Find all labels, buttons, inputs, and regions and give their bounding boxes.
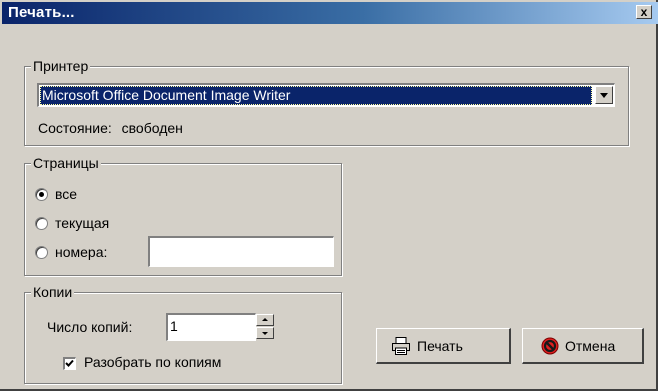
cancel-icon (541, 337, 559, 355)
dropdown-button[interactable] (595, 86, 613, 104)
pages-group: Страницы все текущая номера: (24, 155, 342, 276)
title-bar[interactable]: Печать... x (2, 2, 658, 24)
pages-group-label: Страницы (31, 155, 101, 171)
radio-current-button[interactable] (35, 217, 48, 230)
radio-current-label: текущая (55, 215, 110, 231)
window-title: Печать... (8, 4, 75, 21)
status-value: свободен (121, 120, 183, 136)
copies-count-label: Число копий: (47, 319, 133, 335)
arrow-down-icon (262, 332, 268, 335)
collate-checkbox[interactable] (63, 357, 76, 370)
radio-numbers-label: номера: (55, 244, 108, 260)
copies-group-label: Копии (31, 284, 75, 300)
cancel-button[interactable]: Отмена (522, 328, 644, 364)
collate-label: Разобрать по копиям (84, 354, 222, 370)
radio-all-button[interactable] (35, 188, 48, 201)
chevron-down-icon (600, 93, 608, 98)
spin-up-button[interactable] (256, 314, 274, 326)
printer-group-label: Принтер (31, 58, 91, 74)
close-icon: x (640, 5, 648, 19)
spin-down-button[interactable] (256, 327, 274, 339)
close-button[interactable]: x (636, 5, 652, 19)
status-label: Состояние: (38, 120, 112, 136)
cancel-button-label: Отмена (565, 338, 616, 354)
radio-numbers-button[interactable] (35, 246, 48, 259)
printer-icon (392, 337, 410, 355)
printer-select[interactable]: Microsoft Office Document Image Writer (37, 83, 615, 107)
print-button-label: Печать (417, 338, 463, 354)
radio-selected-dot (39, 192, 44, 197)
checkmark-icon (65, 359, 74, 367)
copies-group: Копии Число копий: 1 Разобрать по копиям (24, 284, 342, 384)
print-button[interactable]: Печать (376, 328, 511, 364)
page-numbers-input[interactable] (148, 236, 334, 267)
copies-spinner[interactable] (256, 314, 274, 340)
arrow-up-icon (262, 318, 268, 321)
printer-status: Состояние: свободен (38, 120, 183, 136)
printer-group: Принтер Microsoft Office Document Image … (24, 58, 629, 146)
copies-count-input[interactable]: 1 (166, 313, 256, 341)
radio-all-label: все (55, 186, 78, 202)
printer-select-value: Microsoft Office Document Image Writer (40, 86, 592, 105)
print-dialog: Печать... x Принтер Microsoft Office Doc… (0, 0, 658, 391)
